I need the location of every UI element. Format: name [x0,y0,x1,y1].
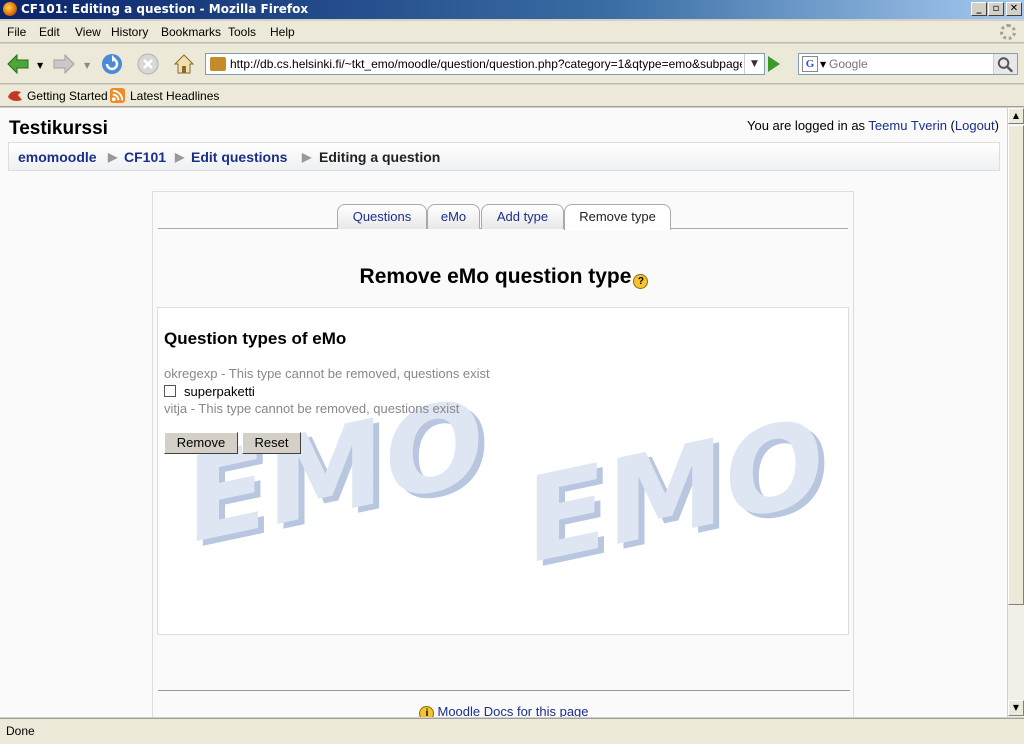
vertical-scrollbar[interactable]: ▲ ▼ [1007,108,1024,717]
home-icon[interactable] [172,52,196,76]
forward-arrow-icon[interactable] [52,52,76,76]
menu-help[interactable]: Help [270,25,295,39]
back-history-dropdown-icon[interactable]: ▼ [37,61,43,70]
engine-dropdown-icon[interactable]: ▼ [820,60,826,69]
user-link[interactable]: Teemu Tverin [868,118,947,133]
navigation-toolbar: ▼ ▼ http://db.cs.helsinki.fi/~tkt_emo/mo… [0,44,1024,84]
superpaketti-checkbox[interactable] [164,385,176,397]
footer-divider [158,690,850,691]
menu-view[interactable]: View [75,25,101,39]
menu-edit[interactable]: Edit [39,25,60,39]
tab-add-type[interactable]: Add type [481,204,564,229]
page-content: Testikurssi You are logged in as Teemu T… [0,108,1007,717]
breadcrumb: emomoodle ▶ CF101 ▶ Edit questions ▶ Edi… [8,142,1000,171]
tab-remove-type[interactable]: Remove type [564,204,671,230]
scroll-thumb[interactable] [1008,125,1024,605]
url-text[interactable]: http://db.cs.helsinki.fi/~tkt_emo/moodle… [230,57,742,71]
window-title: CF101: Editing a question - Mozilla Fire… [21,2,309,16]
site-favicon-icon [210,57,226,71]
close-button[interactable]: ✕ [1006,2,1022,16]
tab-emo[interactable]: eMo [427,204,480,229]
reset-button[interactable]: Reset [242,432,301,454]
status-bar: Done [0,718,1024,744]
watermark-text-2-face: EMO [526,391,824,586]
breadcrumb-cf101[interactable]: CF101 [124,149,166,165]
search-bar[interactable]: G ▼ [798,53,1018,75]
window-title-bar: CF101: Editing a question - Mozilla Fire… [0,0,1024,19]
menu-bar: File Edit View History Bookmarks Tools H… [0,21,1024,43]
type-okregexp: okregexp - This type cannot be removed, … [164,366,490,381]
breadcrumb-edit-questions[interactable]: Edit questions [191,149,287,165]
section-title: Question types of eMo [164,329,347,348]
activity-throbber-icon [1000,24,1016,40]
tab-questions[interactable]: Questions [337,204,427,229]
menu-tools[interactable]: Tools [228,25,256,39]
google-engine-icon[interactable]: G [802,56,818,72]
menu-history[interactable]: History [111,25,148,39]
bookmark-latest-headlines[interactable]: Latest Headlines [130,89,219,103]
tab-row: Questions eMo Add type Remove type [158,204,848,230]
login-info: You are logged in as Teemu Tverin (Logou… [746,118,999,133]
url-history-dropdown-icon[interactable]: ▼ [744,54,764,74]
back-arrow-icon[interactable] [6,52,30,76]
breadcrumb-separator-icon: ▶ [302,150,312,164]
type-vitja: vitja - This type cannot be removed, que… [164,401,460,416]
breadcrumb-separator-icon: ▶ [108,150,118,164]
reload-icon[interactable] [100,52,124,76]
page-title-text: Remove eMo question type [359,265,632,288]
getting-started-icon [8,91,22,101]
type-superpaketti-row: superpaketti [164,384,255,399]
main-panel: Questions eMo Add type Remove type Remov… [152,191,854,717]
info-icon: i [419,706,435,717]
login-prefix: You are logged in as [746,118,869,133]
status-text: Done [6,724,35,738]
breadcrumb-separator-icon: ▶ [175,150,185,164]
minimize-button[interactable]: _ [971,2,987,16]
rss-feed-icon [110,88,125,103]
bookmark-getting-started[interactable]: Getting Started [27,89,108,103]
breadcrumb-emomoodle[interactable]: emomoodle [18,149,97,165]
page-title: Remove eMo question type? [153,265,855,289]
superpaketti-label: superpaketti [184,384,255,399]
firefox-icon [3,2,17,16]
question-types-form: EMO EMO EMO EMO Question types of eMo ok… [157,307,849,635]
stop-icon[interactable] [136,52,160,76]
forward-history-dropdown-icon[interactable]: ▼ [84,61,90,70]
scroll-up-arrow-icon[interactable]: ▲ [1008,108,1024,124]
moodle-docs-link-row: i Moodle Docs for this page [153,704,855,717]
breadcrumb-current: Editing a question [319,149,441,165]
search-input[interactable] [829,56,992,72]
search-icon[interactable] [993,54,1017,74]
bookmarks-toolbar: Getting Started Latest Headlines [0,85,1024,107]
go-arrow-icon[interactable] [768,56,780,72]
scroll-down-arrow-icon[interactable]: ▼ [1008,700,1024,716]
menu-bookmarks[interactable]: Bookmarks [161,25,221,39]
menu-file[interactable]: File [7,25,26,39]
help-icon[interactable]: ? [633,274,649,289]
remove-button[interactable]: Remove [164,432,238,454]
url-bar[interactable]: http://db.cs.helsinki.fi/~tkt_emo/moodle… [205,53,765,75]
maximize-button[interactable]: ▫ [988,2,1004,16]
logout-link[interactable]: Logout [955,118,995,133]
course-title: Testikurssi [9,118,108,139]
moodle-docs-link[interactable]: Moodle Docs for this page [437,704,588,717]
